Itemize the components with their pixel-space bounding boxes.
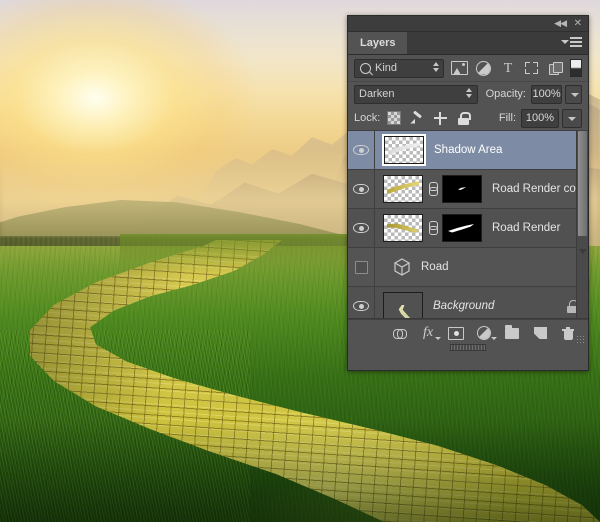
- blend-mode-select[interactable]: Darken: [354, 84, 478, 104]
- smart-object-filter-icon[interactable]: [547, 61, 564, 76]
- layer-style-button[interactable]: fx: [420, 325, 441, 341]
- mask-link-icon[interactable]: [427, 221, 438, 235]
- blend-mode-value: Darken: [359, 88, 395, 100]
- layer-thumbnail[interactable]: [382, 134, 426, 166]
- lock-transparent-pixels-icon[interactable]: [387, 111, 402, 125]
- lock-image-pixels-icon[interactable]: [410, 111, 424, 125]
- lock-icon-group: [387, 111, 471, 125]
- close-panel-button[interactable]: ✕: [574, 18, 582, 29]
- lock-label: Lock:: [354, 112, 381, 124]
- layers-panel-footer: fx: [348, 319, 588, 351]
- pixel-filter-icon[interactable]: [451, 61, 469, 76]
- layer-mask-thumbnail[interactable]: [442, 175, 482, 203]
- 3d-layer-icon: [393, 258, 411, 276]
- eye-icon[interactable]: [353, 223, 369, 233]
- layer-mask-thumbnail[interactable]: [442, 214, 482, 242]
- adjustment-filter-icon[interactable]: [475, 60, 492, 76]
- filter-icon-group: T: [451, 60, 564, 76]
- foreground-vignette: [0, 420, 600, 522]
- eye-icon[interactable]: [353, 145, 369, 155]
- collapse-to-icons-button[interactable]: ◀◀: [554, 18, 567, 29]
- new-group-button[interactable]: [504, 324, 520, 341]
- layer-visibility-cell[interactable]: [348, 287, 375, 318]
- eye-hidden-icon[interactable]: [354, 260, 368, 274]
- panel-tab-row: Layers: [348, 32, 588, 55]
- layers-panel: ◀◀ ✕ Layers Kind T Darken Opacity: 100% …: [347, 15, 589, 371]
- eye-icon[interactable]: [353, 301, 369, 311]
- layer-name[interactable]: Road Render copy: [492, 183, 588, 195]
- layer-visibility-cell[interactable]: [348, 248, 375, 286]
- filter-enable-toggle[interactable]: [570, 59, 582, 77]
- layer-name[interactable]: Shadow Area: [434, 144, 502, 156]
- layer-thumbnail[interactable]: [383, 175, 423, 203]
- panel-menu-icon[interactable]: [566, 37, 582, 49]
- link-layers-button[interactable]: [392, 325, 408, 341]
- panel-resize-grip[interactable]: [576, 335, 585, 344]
- road-horizon-fade: [120, 234, 370, 274]
- table-row[interactable]: Background: [348, 287, 588, 318]
- add-layer-mask-button[interactable]: [448, 325, 464, 341]
- table-row[interactable]: Shadow Area: [348, 131, 588, 170]
- delete-layer-button[interactable]: [560, 325, 576, 341]
- fill-label: Fill:: [498, 112, 516, 124]
- opacity-dropdown-button[interactable]: [565, 84, 582, 104]
- table-row[interactable]: Road Render: [348, 209, 588, 248]
- lock-all-icon[interactable]: [456, 111, 471, 125]
- footer-button-group: fx: [392, 324, 576, 341]
- layers-list: Shadow Area Road Render copy Road Render…: [348, 131, 588, 319]
- layer-name[interactable]: Road Render: [492, 222, 560, 234]
- lock-row: Lock: Fill: 100%: [348, 106, 588, 131]
- fill-dropdown-button[interactable]: [562, 108, 582, 128]
- fill-value[interactable]: 100%: [521, 108, 559, 128]
- mask-link-icon[interactable]: [427, 182, 438, 196]
- screenshot-root: ◀◀ ✕ Layers Kind T Darken Opacity: 100% …: [0, 0, 600, 522]
- layer-visibility-cell[interactable]: [348, 131, 375, 169]
- layers-vertical-scrollbar[interactable]: [576, 131, 588, 318]
- layer-filter-row: Kind T: [348, 55, 588, 82]
- panel-titlebar[interactable]: ◀◀ ✕: [348, 16, 588, 32]
- chevron-updown-icon[interactable]: [432, 61, 439, 74]
- opacity-value[interactable]: 100%: [530, 84, 563, 104]
- shape-filter-icon[interactable]: [523, 61, 540, 76]
- panel-drag-handle[interactable]: [450, 344, 486, 351]
- filter-kind-select[interactable]: Kind: [354, 58, 445, 78]
- table-row[interactable]: Road Render copy: [348, 170, 588, 209]
- type-filter-icon[interactable]: T: [499, 61, 516, 76]
- new-layer-button[interactable]: [532, 325, 548, 341]
- tab-layers[interactable]: Layers: [348, 32, 408, 54]
- scrollbar-thumb[interactable]: [578, 131, 587, 236]
- blend-mode-row: Darken Opacity: 100%: [348, 82, 588, 106]
- layer-thumbnail[interactable]: [383, 292, 423, 318]
- eye-icon[interactable]: [353, 184, 369, 194]
- layer-name[interactable]: Road: [421, 261, 449, 273]
- layer-thumbnail[interactable]: [383, 214, 423, 242]
- search-icon: [360, 62, 371, 74]
- new-adjustment-layer-button[interactable]: [476, 325, 497, 341]
- layer-name[interactable]: Background: [433, 300, 494, 312]
- scroll-down-arrow-icon[interactable]: [579, 249, 587, 254]
- chevron-updown-icon[interactable]: [466, 87, 473, 100]
- lock-position-icon[interactable]: [433, 111, 447, 125]
- opacity-label: Opacity:: [485, 88, 526, 100]
- layer-visibility-cell[interactable]: [348, 170, 375, 208]
- table-row[interactable]: Road: [348, 248, 588, 287]
- layer-visibility-cell[interactable]: [348, 209, 375, 247]
